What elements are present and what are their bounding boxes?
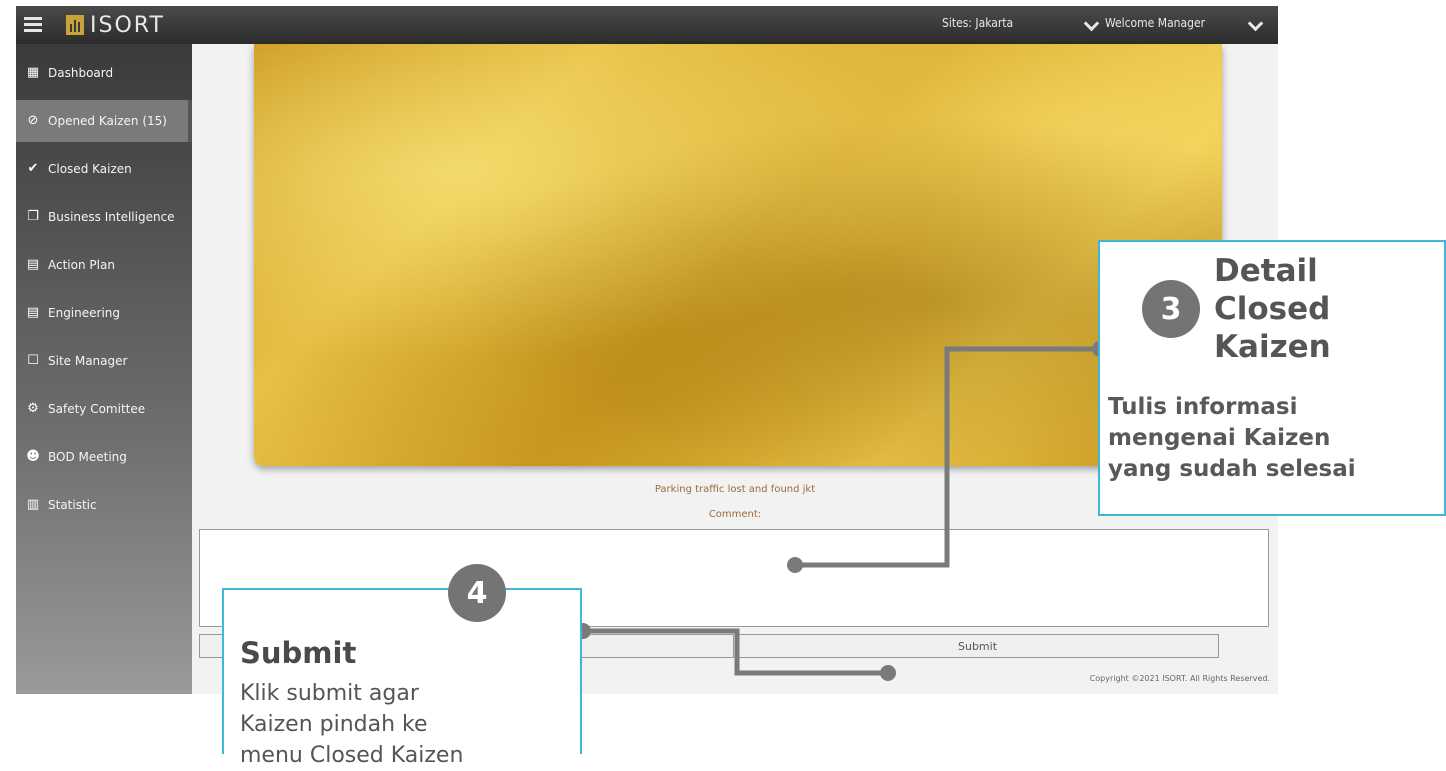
step4-desc-line: Klik submit agar (240, 681, 419, 706)
step3-title-line: Detail (1214, 253, 1318, 289)
step4-desc-line: Kaizen pindah ke (240, 712, 428, 737)
step3-title: Detail Closed Kaizen (1214, 252, 1354, 366)
connector-step4 (583, 628, 888, 676)
step4-title: Submit (240, 636, 357, 670)
connector-dot (787, 557, 803, 573)
step3-title-line: Kaizen (1214, 329, 1331, 365)
step3-desc-line: Tulis informasi (1108, 394, 1298, 420)
callout-step4: 4 Submit Klik submit agar Kaizen pindah … (222, 564, 582, 768)
step3-title-line: Closed (1214, 291, 1331, 327)
connector-step3 (795, 346, 1100, 568)
callout-step3: 3 Detail Closed Kaizen Tulis informasi m… (1098, 240, 1446, 516)
step4-badge: 4 (448, 564, 506, 622)
connector-dot (880, 665, 896, 681)
step3-desc-line: yang sudah selesai (1108, 456, 1356, 482)
step3-description: Tulis informasi mengenai Kaizen yang sud… (1108, 392, 1446, 485)
step4-description: Klik submit agar Kaizen pindah ke menu C… (240, 678, 580, 771)
step4-desc-line: menu Closed Kaizen (240, 743, 464, 768)
step3-badge: 3 (1142, 280, 1200, 338)
step3-desc-line: mengenai Kaizen (1108, 425, 1331, 451)
